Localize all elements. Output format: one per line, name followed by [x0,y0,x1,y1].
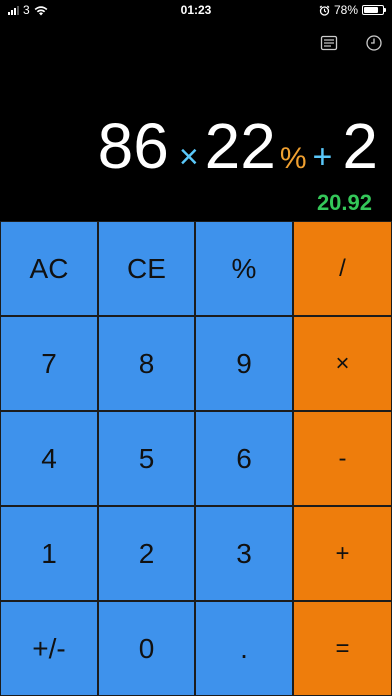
digit-2-button[interactable]: 2 [98,506,195,601]
digit-9-button[interactable]: 9 [195,316,293,411]
digit-3-button[interactable]: 3 [195,506,293,601]
sign-toggle-button[interactable]: +/- [0,601,98,696]
operand-1: 86 [97,110,169,182]
digit-1-button[interactable]: 1 [0,506,98,601]
status-right: 78% [319,3,386,17]
battery-percent: 78% [333,3,358,17]
operand-3: 2 [342,110,378,182]
list-icon[interactable] [320,34,338,52]
minus-button[interactable]: - [293,411,392,506]
multiply-button[interactable]: × [293,316,392,411]
percent-button[interactable]: % [195,221,293,316]
alarm-clock-icon [319,5,330,16]
digit-0-button[interactable]: 0 [98,601,195,696]
operand-2: 22 [204,110,276,182]
battery-fill [364,7,378,13]
history-clock-icon[interactable] [365,34,383,52]
digit-6-button[interactable]: 6 [195,411,293,506]
expression-display: 86 × 22 % + 2 [98,110,378,182]
digit-8-button[interactable]: 8 [98,316,195,411]
all-clear-button[interactable]: AC [0,221,98,316]
digit-7-button[interactable]: 7 [0,316,98,411]
clear-entry-button[interactable]: CE [98,221,195,316]
operator-multiply: × [178,138,199,176]
plus-button[interactable]: + [293,506,392,601]
keypad: AC CE % / 7 8 9 × 4 5 6 - 1 2 3 + +/- 0 … [0,221,392,696]
operator-plus: + [312,138,333,176]
calculator-screen: 3 01:23 78% 86 × 22 % + 2 20.92 AC CE % … [0,0,392,696]
divide-button[interactable]: / [293,221,392,316]
operator-percent: % [279,142,307,175]
decimal-button[interactable]: . [195,601,293,696]
digit-5-button[interactable]: 5 [98,411,195,506]
status-bar: 3 01:23 78% [0,0,392,22]
digit-4-button[interactable]: 4 [0,411,98,506]
equals-button[interactable]: = [293,601,392,696]
result-display: 20.92 [316,190,372,215]
battery-icon [362,5,386,15]
